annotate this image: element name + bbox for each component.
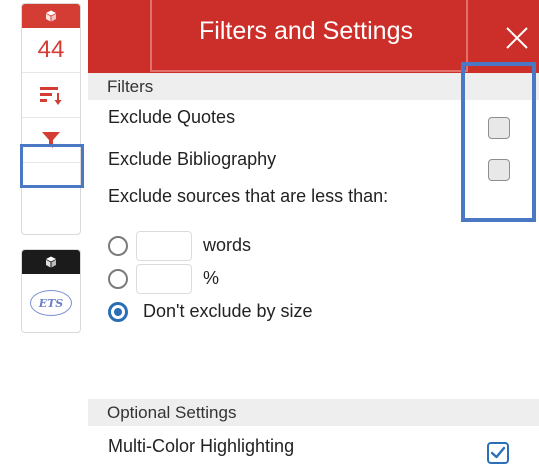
panel-title: Filters and Settings (199, 17, 413, 45)
ets-button[interactable]: ETS (22, 274, 80, 332)
sidebar-group-ets: ETS (21, 249, 81, 333)
exclude-small-sources-label: Exclude sources that are less than: (108, 186, 389, 206)
no-size-exclusion-radio[interactable] (108, 302, 128, 322)
checkbox-highlight (461, 62, 536, 222)
multi-color-label: Multi-Color Highlighting (108, 436, 295, 456)
words-unit-label: words (203, 235, 252, 255)
filters-panel: Filters and Settings Filters Exclude Quo… (88, 0, 539, 466)
sidebar-group-header (22, 250, 80, 274)
optional-settings-header: Optional Settings (88, 399, 539, 426)
sidebar-group-similarity: 44 (21, 3, 81, 235)
close-icon[interactable] (503, 24, 531, 52)
percent-radio[interactable] (108, 269, 128, 289)
no-size-exclusion-label: Don't exclude by size (143, 301, 313, 321)
checkmark-icon (490, 446, 506, 459)
sort-button[interactable] (22, 72, 80, 117)
similarity-score-button[interactable]: 44 (22, 28, 80, 72)
percent-unit-label: % (203, 268, 220, 288)
sidebar: 44 ETS (0, 0, 88, 466)
multi-color-checkbox[interactable] (487, 442, 509, 464)
exclude-bibliography-label: Exclude Bibliography (108, 149, 277, 169)
percent-input[interactable] (136, 264, 192, 294)
cube-icon (46, 10, 56, 22)
app-root: 44 ETS Filters and Settings Filters Excl… (0, 0, 539, 466)
ets-logo: ETS (30, 290, 72, 316)
cube-icon (46, 256, 56, 268)
words-radio[interactable] (108, 236, 128, 256)
filter-button-highlight (20, 144, 84, 188)
similarity-score: 44 (37, 36, 65, 63)
exclude-quotes-label: Exclude Quotes (108, 107, 236, 127)
sort-icon (40, 87, 62, 105)
words-input[interactable] (136, 231, 192, 261)
sidebar-group-header (22, 4, 80, 28)
